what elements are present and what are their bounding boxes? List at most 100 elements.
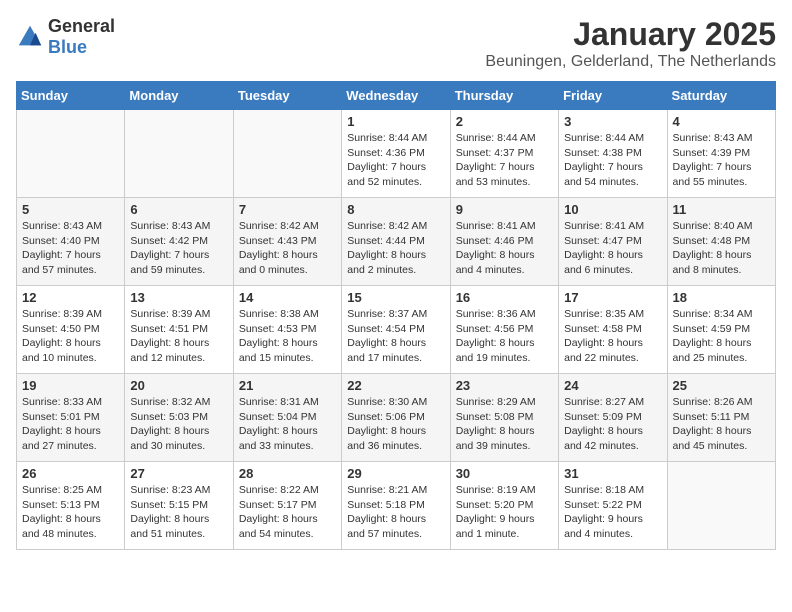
calendar-cell: 11 Sunrise: 8:40 AM Sunset: 4:48 PM Dayli…: [667, 198, 775, 286]
header-day-wednesday: Wednesday: [342, 82, 450, 110]
calendar-cell: 1Sunrise: 8:44 AM Sunset: 4:36 PM Daylig…: [342, 110, 450, 198]
day-number: 27: [130, 466, 227, 481]
day-number: 4: [673, 114, 770, 129]
day-info: Sunrise: 8:37 AM Sunset: 4:54 PM Dayligh…: [347, 307, 444, 366]
calendar-cell: 8 Sunrise: 8:42 AM Sunset: 4:44 PM Daylig…: [342, 198, 450, 286]
header-day-friday: Friday: [559, 82, 667, 110]
day-info: Sunrise: 8:22 AM Sunset: 5:17 PM Dayligh…: [239, 483, 336, 542]
calendar-cell: 6Sunrise: 8:43 AM Sunset: 4:42 PM Daylig…: [125, 198, 233, 286]
calendar-cell: 26Sunrise: 8:25 AM Sunset: 5:13 PM Dayli…: [17, 462, 125, 550]
day-number: 14: [239, 290, 336, 305]
day-info: Sunrise: 8:36 AM Sunset: 4:56 PM Dayligh…: [456, 307, 553, 366]
calendar-cell: 3Sunrise: 8:44 AM Sunset: 4:38 PM Daylig…: [559, 110, 667, 198]
day-number: 19: [22, 378, 119, 393]
calendar-cell: 7 Sunrise: 8:42 AM Sunset: 4:43 PM Daylig…: [233, 198, 341, 286]
day-info: Sunrise: 8:31 AM Sunset: 5:04 PM Dayligh…: [239, 395, 336, 454]
day-info: Sunrise: 8:40 AM Sunset: 4:48 PM Dayligh…: [673, 219, 770, 278]
day-number: 28: [239, 466, 336, 481]
day-number: 13: [130, 290, 227, 305]
header-day-sunday: Sunday: [17, 82, 125, 110]
day-number: 24: [564, 378, 661, 393]
day-number: 10: [564, 202, 661, 217]
calendar-cell: 4 Sunrise: 8:43 AM Sunset: 4:39 PM Daylig…: [667, 110, 775, 198]
day-number: 22: [347, 378, 444, 393]
calendar-cell: 30 Sunrise: 8:19 AM Sunset: 5:20 PM Dayli…: [450, 462, 558, 550]
calendar-cell: 5 Sunrise: 8:43 AM Sunset: 4:40 PM Daylig…: [17, 198, 125, 286]
day-info: Sunrise: 8:21 AM Sunset: 5:18 PM Dayligh…: [347, 483, 444, 542]
day-info: Sunrise: 8:18 AM Sunset: 5:22 PM Dayligh…: [564, 483, 661, 542]
day-info: Sunrise: 8:39 AM Sunset: 4:50 PM Dayligh…: [22, 307, 119, 366]
day-number: 16: [456, 290, 553, 305]
calendar-cell: 31 Sunrise: 8:18 AM Sunset: 5:22 PM Dayli…: [559, 462, 667, 550]
day-number: 7: [239, 202, 336, 217]
calendar-cell: 22Sunrise: 8:30 AM Sunset: 5:06 PM Dayli…: [342, 374, 450, 462]
day-info: Sunrise: 8:43 AM Sunset: 4:40 PM Dayligh…: [22, 219, 119, 278]
day-info: Sunrise: 8:26 AM Sunset: 5:11 PM Dayligh…: [673, 395, 770, 454]
day-info: Sunrise: 8:38 AM Sunset: 4:53 PM Dayligh…: [239, 307, 336, 366]
day-number: 15: [347, 290, 444, 305]
day-number: 12: [22, 290, 119, 305]
header-day-tuesday: Tuesday: [233, 82, 341, 110]
day-info: Sunrise: 8:25 AM Sunset: 5:13 PM Dayligh…: [22, 483, 119, 542]
calendar-cell: 24Sunrise: 8:27 AM Sunset: 5:09 PM Dayli…: [559, 374, 667, 462]
day-info: Sunrise: 8:44 AM Sunset: 4:37 PM Dayligh…: [456, 131, 553, 190]
calendar-week-row: 5 Sunrise: 8:43 AM Sunset: 4:40 PM Daylig…: [17, 198, 776, 286]
day-info: Sunrise: 8:41 AM Sunset: 4:46 PM Dayligh…: [456, 219, 553, 278]
day-number: 6: [130, 202, 227, 217]
logo-general: General: [48, 16, 115, 36]
calendar-cell: 23 Sunrise: 8:29 AM Sunset: 5:08 PM Dayli…: [450, 374, 558, 462]
day-number: 18: [673, 290, 770, 305]
calendar-cell: 28 Sunrise: 8:22 AM Sunset: 5:17 PM Dayli…: [233, 462, 341, 550]
calendar-week-row: 19 Sunrise: 8:33 AM Sunset: 5:01 PM Dayli…: [17, 374, 776, 462]
header: General Blue January 2025 Beuningen, Gel…: [16, 16, 776, 71]
day-info: Sunrise: 8:42 AM Sunset: 4:43 PM Dayligh…: [239, 219, 336, 278]
calendar-cell: 27Sunrise: 8:23 AM Sunset: 5:15 PM Dayli…: [125, 462, 233, 550]
day-info: Sunrise: 8:32 AM Sunset: 5:03 PM Dayligh…: [130, 395, 227, 454]
day-number: 31: [564, 466, 661, 481]
day-number: 17: [564, 290, 661, 305]
calendar-table: SundayMondayTuesdayWednesdayThursdayFrid…: [16, 81, 776, 550]
day-number: 8: [347, 202, 444, 217]
day-number: 21: [239, 378, 336, 393]
calendar-cell: 16 Sunrise: 8:36 AM Sunset: 4:56 PM Dayli…: [450, 286, 558, 374]
calendar-cell: 2 Sunrise: 8:44 AM Sunset: 4:37 PM Daylig…: [450, 110, 558, 198]
calendar-cell: [667, 462, 775, 550]
calendar-cell: 29 Sunrise: 8:21 AM Sunset: 5:18 PM Dayli…: [342, 462, 450, 550]
calendar-cell: 18Sunrise: 8:34 AM Sunset: 4:59 PM Dayli…: [667, 286, 775, 374]
calendar-cell: 25Sunrise: 8:26 AM Sunset: 5:11 PM Dayli…: [667, 374, 775, 462]
calendar-cell: 12 Sunrise: 8:39 AM Sunset: 4:50 PM Dayli…: [17, 286, 125, 374]
month-title: January 2025: [485, 16, 776, 53]
calendar-cell: 13Sunrise: 8:39 AM Sunset: 4:51 PM Dayli…: [125, 286, 233, 374]
location-title: Beuningen, Gelderland, The Netherlands: [485, 53, 776, 71]
day-info: Sunrise: 8:44 AM Sunset: 4:36 PM Dayligh…: [347, 131, 444, 190]
day-info: Sunrise: 8:19 AM Sunset: 5:20 PM Dayligh…: [456, 483, 553, 542]
day-number: 29: [347, 466, 444, 481]
logo: General Blue: [16, 16, 115, 58]
day-info: Sunrise: 8:43 AM Sunset: 4:39 PM Dayligh…: [673, 131, 770, 190]
day-info: Sunrise: 8:42 AM Sunset: 4:44 PM Dayligh…: [347, 219, 444, 278]
header-day-thursday: Thursday: [450, 82, 558, 110]
calendar-week-row: 26Sunrise: 8:25 AM Sunset: 5:13 PM Dayli…: [17, 462, 776, 550]
logo-icon: [16, 23, 44, 51]
calendar-cell: [125, 110, 233, 198]
day-number: 2: [456, 114, 553, 129]
calendar-cell: 15 Sunrise: 8:37 AM Sunset: 4:54 PM Dayli…: [342, 286, 450, 374]
calendar-cell: 10 Sunrise: 8:41 AM Sunset: 4:47 PM Dayli…: [559, 198, 667, 286]
header-day-saturday: Saturday: [667, 82, 775, 110]
day-info: Sunrise: 8:33 AM Sunset: 5:01 PM Dayligh…: [22, 395, 119, 454]
day-number: 11: [673, 202, 770, 217]
day-number: 20: [130, 378, 227, 393]
calendar-week-row: 1Sunrise: 8:44 AM Sunset: 4:36 PM Daylig…: [17, 110, 776, 198]
day-info: Sunrise: 8:41 AM Sunset: 4:47 PM Dayligh…: [564, 219, 661, 278]
day-info: Sunrise: 8:35 AM Sunset: 4:58 PM Dayligh…: [564, 307, 661, 366]
calendar-header-row: SundayMondayTuesdayWednesdayThursdayFrid…: [17, 82, 776, 110]
day-number: 23: [456, 378, 553, 393]
calendar-cell: 20 Sunrise: 8:32 AM Sunset: 5:03 PM Dayli…: [125, 374, 233, 462]
calendar-cell: 21 Sunrise: 8:31 AM Sunset: 5:04 PM Dayli…: [233, 374, 341, 462]
calendar-cell: 14 Sunrise: 8:38 AM Sunset: 4:53 PM Dayli…: [233, 286, 341, 374]
day-number: 5: [22, 202, 119, 217]
title-area: January 2025 Beuningen, Gelderland, The …: [485, 16, 776, 71]
day-number: 30: [456, 466, 553, 481]
day-info: Sunrise: 8:29 AM Sunset: 5:08 PM Dayligh…: [456, 395, 553, 454]
header-day-monday: Monday: [125, 82, 233, 110]
